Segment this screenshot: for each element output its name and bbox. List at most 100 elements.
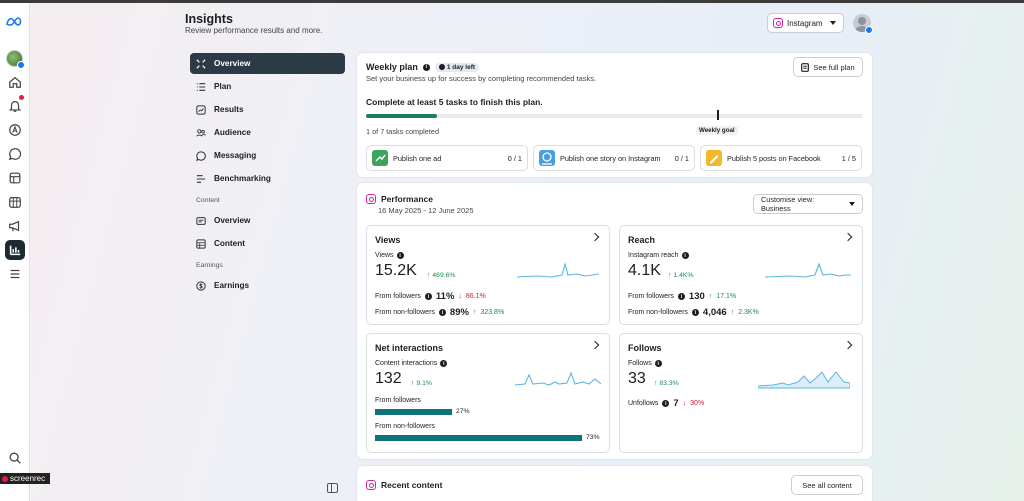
nav-item-label: Results: [214, 105, 244, 114]
arrow-up-icon: ↑: [668, 272, 672, 279]
date-range: 16 May 2025 - 12 June 2025: [378, 206, 474, 215]
arrow-up-icon: ↑: [654, 380, 658, 387]
reach-sparkline: [765, 262, 851, 278]
search-icon[interactable]: [5, 448, 25, 468]
planner-icon[interactable]: [5, 192, 25, 212]
info-icon[interactable]: i: [440, 360, 448, 367]
views-card[interactable]: Views Views i 15.2K ↑ 469.6% From follower…: [366, 225, 610, 325]
nav-item-results[interactable]: Results: [190, 99, 345, 120]
benchmark-icon: [196, 174, 206, 183]
row-change: 2.3K%: [738, 309, 759, 316]
info-icon[interactable]: i: [654, 360, 662, 367]
arrow-up-icon: ↑: [472, 309, 477, 316]
reach-label-text: Instagram reach: [628, 252, 679, 259]
task-count: 0 / 1: [507, 153, 522, 163]
arrow-up-icon: ↑: [427, 272, 431, 279]
megaphone-icon[interactable]: [5, 216, 25, 236]
nav-item-earnings[interactable]: Earnings: [190, 275, 345, 296]
chevron-right-icon[interactable]: [843, 232, 853, 242]
task-publish-story[interactable]: Publish one story on Instagram 0 / 1: [533, 145, 695, 171]
info-icon[interactable]: i: [438, 309, 446, 316]
nav-section-earnings: Earnings: [196, 262, 223, 269]
tasks-completed-text: 1 of 7 tasks completed: [366, 127, 440, 136]
days-left-badge: 1 day left: [434, 62, 480, 72]
chevron-right-icon[interactable]: [590, 340, 600, 350]
nav-item-content-overview[interactable]: Overview: [190, 210, 345, 231]
customise-view-select[interactable]: Customise view: Business: [753, 194, 863, 214]
views-from-followers: From followers i 11% ↓ 86.1%: [375, 291, 486, 302]
reach-change-text: 1.4K%: [673, 272, 694, 279]
nav-item-label: Plan: [214, 82, 232, 91]
nav-item-label: Overview: [214, 59, 251, 68]
ad-task-icon: [372, 150, 388, 166]
nav-item-audience[interactable]: Audience: [190, 122, 345, 143]
chevron-right-icon[interactable]: [590, 232, 600, 242]
content-overview-icon: [196, 216, 206, 225]
follows-card[interactable]: Follows Follows i 33 ↑ 83.3% Unfollows i 7 ↓ 3…: [619, 333, 863, 453]
row-change: 30%: [690, 400, 705, 407]
content-icon[interactable]: [5, 168, 25, 188]
row-change: 323.8%: [480, 309, 505, 316]
reach-from-nonfollowers: From non-followers i 4,046 ↑ 2.3K%: [628, 307, 759, 318]
ads-manager-icon[interactable]: [5, 120, 25, 140]
info-icon[interactable]: i: [424, 293, 432, 300]
reach-title: Reach: [628, 235, 656, 245]
row-value: 130: [688, 291, 705, 302]
account-avatar[interactable]: [6, 50, 25, 69]
insights-icon[interactable]: [5, 240, 25, 260]
home-icon[interactable]: [5, 72, 25, 92]
grid-icon: [196, 238, 206, 249]
reach-card[interactable]: Reach Instagram reach i 4.1K ↑ 1.4K% From …: [619, 225, 863, 325]
net-interactions-label: Content interactions i: [375, 360, 448, 367]
nav-item-benchmarking[interactable]: Benchmarking: [190, 168, 345, 189]
reach-from-followers: From followers i 130 ↑ 17.1%: [628, 291, 736, 302]
unfollows-row: Unfollows i 7 ↓ 30%: [628, 398, 704, 409]
nav-item-label: Benchmarking: [214, 174, 271, 183]
recent-content-title-text: Recent content: [381, 480, 443, 490]
collapse-sidebar-icon[interactable]: [327, 483, 338, 493]
arrow-down-icon: ↓: [682, 400, 687, 407]
follows-sparkline: [758, 371, 850, 389]
nav-item-messaging[interactable]: Messaging: [190, 145, 345, 166]
see-full-plan-button[interactable]: See full plan: [793, 57, 863, 77]
see-all-content-button[interactable]: See all content: [791, 475, 863, 495]
account-select[interactable]: Instagram: [767, 13, 844, 33]
nav-item-plan[interactable]: Plan: [190, 76, 345, 97]
net-interactions-card[interactable]: Net interactions Content interactions i 1…: [366, 333, 610, 453]
chart-icon: [196, 104, 206, 115]
follows-label: Follows i: [628, 360, 662, 367]
info-icon[interactable]: i: [662, 400, 670, 407]
task-count: 0 / 1: [674, 153, 689, 163]
screenrec-watermark: screenrec: [0, 473, 50, 484]
story-task-icon: [539, 150, 555, 166]
weekly-plan-subtitle: Set your business up for success by comp…: [366, 74, 597, 83]
meta-logo-icon[interactable]: [5, 15, 25, 29]
arrow-up-icon: ↑: [411, 380, 415, 387]
info-icon[interactable]: i: [422, 63, 430, 71]
nav-item-overview[interactable]: Overview: [190, 53, 345, 74]
views-title: Views: [375, 235, 401, 245]
chevron-down-icon: [830, 21, 836, 25]
nonfollowers-bar: [375, 435, 582, 441]
follows-value: 33: [628, 370, 646, 387]
follows-change: ↑ 83.3%: [654, 380, 679, 387]
facebook-badge-icon: [17, 61, 25, 69]
info-icon[interactable]: i: [681, 252, 689, 259]
task-publish-ad[interactable]: Publish one ad 0 / 1: [366, 145, 528, 171]
info-icon[interactable]: i: [677, 293, 685, 300]
row-change: 86.1%: [465, 293, 486, 300]
chevron-right-icon[interactable]: [843, 340, 853, 350]
nav-item-content[interactable]: Content: [190, 233, 345, 254]
task-publish-posts[interactable]: Publish 5 posts on Facebook 1 / 5: [700, 145, 862, 171]
info-icon[interactable]: i: [396, 252, 404, 259]
info-icon[interactable]: i: [691, 309, 699, 316]
nav-section-content: Content: [196, 197, 220, 204]
inbox-icon[interactable]: [5, 144, 25, 164]
notifications-icon[interactable]: [5, 95, 25, 116]
left-rail: [0, 3, 30, 501]
task-label: Publish one ad: [393, 153, 442, 163]
menu-icon[interactable]: [5, 264, 25, 284]
net-interactions-value: 132: [375, 370, 402, 387]
performance-title-text: Performance: [381, 194, 433, 204]
views-from-nonfollowers: From non-followers i 89% ↑ 323.8%: [375, 307, 504, 318]
